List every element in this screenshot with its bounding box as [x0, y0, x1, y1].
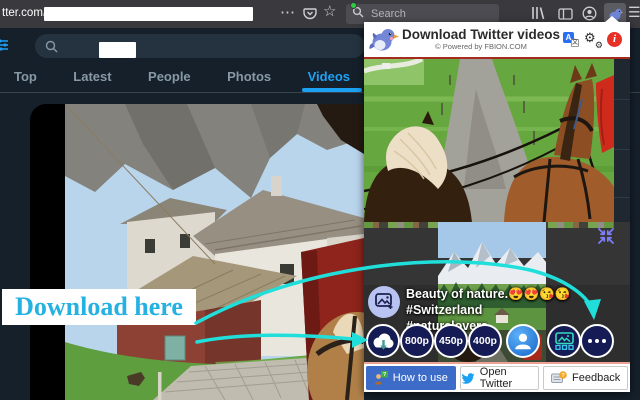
info-icon[interactable]: i	[607, 32, 622, 47]
how-to-use-icon: ?	[374, 371, 388, 385]
pocket-icon[interactable]	[303, 7, 317, 26]
url-host: tter.com	[2, 7, 43, 19]
popup-header: Download Twitter videos © Powered by FBI…	[364, 22, 630, 57]
feedback-button[interactable]: ? Feedback	[543, 366, 628, 390]
page-search-pill[interactable]	[35, 34, 365, 58]
profile-button[interactable]	[506, 324, 540, 358]
feedback-icon: ?	[551, 371, 567, 383]
twitter-bird-logo-icon	[369, 28, 399, 50]
scrollbar-gutter[interactable]	[614, 59, 630, 222]
popup-title: Download Twitter videos	[401, 26, 560, 42]
tab-top[interactable]: Top	[6, 64, 45, 92]
search-badge	[350, 2, 357, 9]
screen: tter.com/s ⋯ ☆ ☰	[0, 0, 640, 400]
more-options-button[interactable]	[580, 324, 614, 358]
bookmark-star-icon[interactable]: ☆	[323, 4, 336, 19]
browser-search-input[interactable]	[369, 7, 469, 21]
cloud-download-icon	[373, 333, 394, 350]
extension-popup: Download Twitter videos © Powered by FBI…	[364, 16, 630, 392]
popup-pointer	[604, 16, 620, 23]
menu-icon[interactable]: ☰	[628, 5, 640, 19]
tab-people[interactable]: People	[140, 64, 199, 92]
video-result-card[interactable]	[30, 104, 364, 400]
popup-content: Beauty of nature.😍😍😘😘 #Switzerland #natu…	[364, 222, 630, 362]
image-plus-icon	[374, 293, 392, 309]
gallery-icon	[554, 332, 574, 350]
download-cloud-button[interactable]	[366, 324, 400, 358]
quality-400p-button[interactable]: 400p	[468, 324, 502, 358]
popup-header-icons: A文 ⚙ ⚙ i	[563, 30, 622, 50]
video-preview-area	[364, 59, 630, 222]
download-here-text: Download here	[15, 292, 183, 321]
twitter-bird-icon	[461, 372, 475, 384]
search-icon	[350, 2, 364, 23]
browser-search-field[interactable]	[346, 2, 499, 24]
download-buttons-row: 800p 450p 400p	[364, 323, 614, 361]
redacted-url-content	[44, 7, 253, 21]
tweet-media-badge	[368, 286, 400, 318]
tweet-text-line1: Beauty of nature.😍😍😘😘 #Switzerland	[406, 287, 571, 317]
translate-icon[interactable]: A文	[563, 32, 579, 47]
popup-footer: ? How to use Open Twitter ? Feedback	[364, 364, 630, 392]
download-here-label: Download here	[2, 289, 196, 325]
open-twitter-button[interactable]: Open Twitter	[459, 366, 540, 390]
gallery-button[interactable]	[547, 324, 581, 358]
person-icon	[515, 333, 531, 350]
quality-800p-button[interactable]: 800p	[400, 324, 434, 358]
tab-latest[interactable]: Latest	[65, 64, 119, 92]
search-icon	[45, 40, 58, 52]
page-actions-icon[interactable]: ⋯	[280, 5, 296, 20]
popup-titles: Download Twitter videos © Powered by FBI…	[399, 26, 563, 51]
divider	[630, 92, 640, 93]
collapse-icon[interactable]	[597, 227, 615, 245]
tab-photos[interactable]: Photos	[219, 64, 279, 92]
popup-subtitle: © Powered by FBION.COM	[435, 41, 527, 51]
how-to-use-button[interactable]: ? How to use	[366, 366, 456, 390]
filter-icon[interactable]	[0, 38, 10, 57]
quality-450p-button[interactable]: 450p	[434, 324, 468, 358]
settings-gears-icon[interactable]: ⚙ ⚙	[584, 30, 603, 50]
horses-video-preview[interactable]	[364, 59, 614, 222]
ellipsis-icon	[587, 338, 607, 344]
redacted-search-query	[99, 42, 136, 58]
village-video-thumbnail[interactable]	[65, 104, 364, 400]
